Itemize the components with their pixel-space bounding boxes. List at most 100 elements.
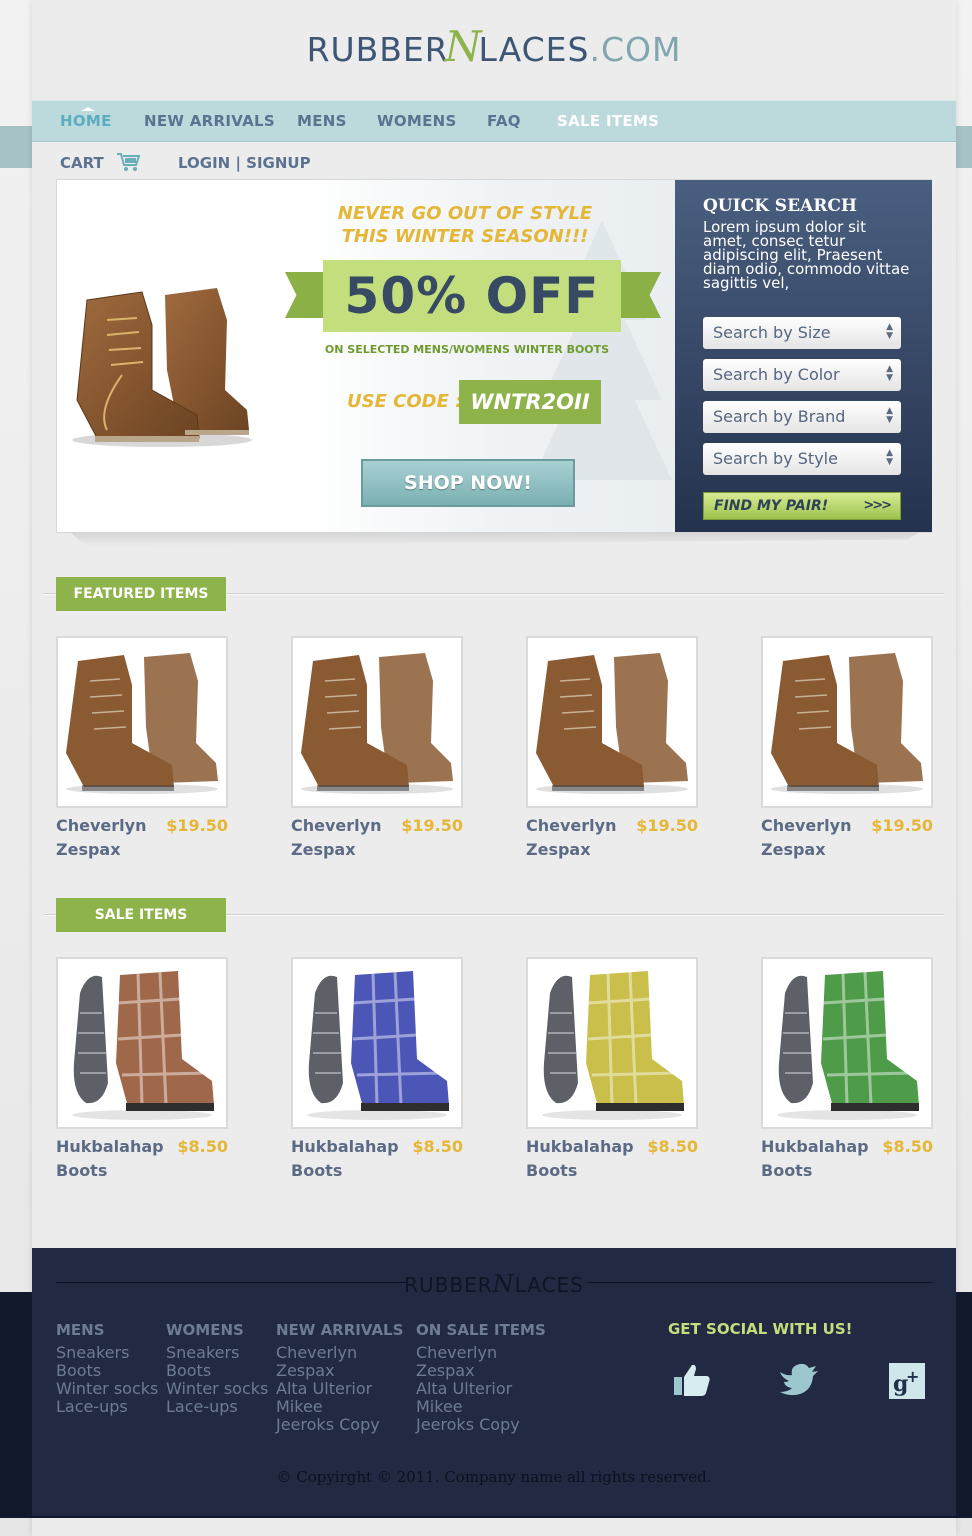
footer-col-head: ON SALE ITEMS: [416, 1321, 546, 1339]
site-footer: RUBBERNLACES MENS Sneakers Boots Winter …: [32, 1248, 956, 1516]
footer-logo-script: N: [492, 1270, 515, 1298]
footer-link[interactable]: Mikee: [276, 1398, 403, 1416]
main-nav: HOME NEW ARRIVALS MENS WOMENS FAQ SALE I…: [32, 100, 956, 142]
product-name-line-2: Zespax: [526, 840, 591, 859]
login-signup-link[interactable]: LOGIN | SIGNUP: [178, 154, 311, 172]
hero-banner: NEVER GO OUT OF STYLE THIS WINTER SEASON…: [56, 179, 932, 533]
footer-logo[interactable]: RUBBERNLACES: [32, 1270, 956, 1298]
product-name[interactable]: Hukbalahap Boots: [291, 1135, 401, 1183]
footer-link[interactable]: Zespax: [416, 1362, 546, 1380]
footer-col-new-arrivals: NEW ARRIVALS Cheverlyn Zespax Alta Ulter…: [276, 1320, 403, 1434]
nav-faq[interactable]: FAQ: [487, 112, 521, 130]
select-label: Search by Brand: [713, 407, 846, 426]
footer-link[interactable]: Jeeroks Copy: [276, 1416, 403, 1434]
footer-link[interactable]: Boots: [56, 1362, 158, 1380]
logo-script-n: N: [444, 22, 483, 71]
product-name-line-1: Cheverlyn: [291, 816, 382, 835]
cart-link[interactable]: CART: [60, 154, 104, 172]
product-name-line-1: Cheverlyn: [56, 816, 147, 835]
promo-tagline-line-2: THIS WINTER SEASON!!!: [341, 226, 589, 247]
product-card[interactable]: Cheverlyn Zespax $19.50: [56, 636, 228, 859]
promo-subtext: ON SELECTED MENS/WOMENS WINTER BOOTS: [324, 343, 610, 356]
search-by-brand-select[interactable]: Search by Brand ▲ ▼: [703, 401, 901, 433]
product-image[interactable]: [761, 636, 933, 808]
footer-link[interactable]: Mikee: [416, 1398, 546, 1416]
quick-search-text: Lorem ipsum dolor sit amet, consec tetur…: [703, 218, 910, 292]
product-name[interactable]: Hukbalahap Boots: [761, 1135, 871, 1183]
footer-logo-right: LACES: [514, 1273, 584, 1297]
product-price: $19.50: [871, 816, 933, 835]
footer-link[interactable]: Lace-ups: [56, 1398, 158, 1416]
product-name-line-2: Boots: [761, 1161, 813, 1180]
product-name-line-1: Cheverlyn: [761, 816, 852, 835]
product-name[interactable]: Cheverlyn Zespax: [56, 814, 166, 862]
rain-boot-image: [777, 971, 919, 1120]
product-card[interactable]: Cheverlyn Zespax $19.50: [526, 636, 698, 859]
boot-image: [536, 653, 688, 794]
nav-mens[interactable]: MENS: [297, 112, 347, 130]
select-label: Search by Style: [713, 449, 838, 468]
footer-link[interactable]: Cheverlyn: [276, 1344, 403, 1362]
product-name-line-2: Boots: [291, 1161, 343, 1180]
footer-link[interactable]: Cheverlyn: [416, 1344, 546, 1362]
select-label: Search by Size: [713, 323, 831, 342]
footer-link[interactable]: Sneakers: [56, 1344, 158, 1362]
nav-womens[interactable]: WOMENS: [377, 112, 457, 130]
product-price: $19.50: [636, 816, 698, 835]
product-name-line-2: Boots: [56, 1161, 108, 1180]
footer-col-on-sale: ON SALE ITEMS Cheverlyn Zespax Alta Ulte…: [416, 1320, 546, 1434]
product-image[interactable]: [526, 957, 698, 1129]
footer-link[interactable]: Lace-ups: [166, 1398, 268, 1416]
google-plus-icon[interactable]: g +: [888, 1362, 926, 1404]
product-name-line-1: Hukbalahap: [56, 1137, 164, 1156]
footer-link[interactable]: Winter socks: [166, 1380, 268, 1398]
footer-link[interactable]: Zespax: [276, 1362, 403, 1380]
nav-home[interactable]: HOME: [60, 112, 112, 130]
product-price: $8.50: [177, 1137, 228, 1156]
product-image[interactable]: [761, 957, 933, 1129]
product-image[interactable]: [291, 636, 463, 808]
shopping-cart-icon[interactable]: [116, 151, 141, 177]
nav-new-arrivals[interactable]: NEW ARRIVALS: [144, 112, 275, 130]
product-name[interactable]: Hukbalahap Boots: [526, 1135, 636, 1183]
product-name[interactable]: Cheverlyn Zespax: [291, 814, 401, 862]
product-card[interactable]: Hukbalahap Boots $8.50: [761, 957, 933, 1180]
product-image[interactable]: [526, 636, 698, 808]
rain-boot-image: [307, 971, 449, 1120]
promo-area: NEVER GO OUT OF STYLE THIS WINTER SEASON…: [57, 180, 675, 532]
copyright-text: © Copyirght © 2011. Company name all rig…: [276, 1468, 712, 1486]
footer-link[interactable]: Alta Ulterior: [416, 1380, 546, 1398]
twitter-bird-icon[interactable]: [776, 1362, 822, 1402]
footer-link[interactable]: Jeeroks Copy: [416, 1416, 546, 1434]
rain-boot-image: [72, 971, 214, 1120]
product-image[interactable]: [291, 957, 463, 1129]
find-my-pair-button[interactable]: FIND MY PAIR! >>>: [703, 492, 901, 520]
product-price: $8.50: [882, 1137, 933, 1156]
footer-link[interactable]: Boots: [166, 1362, 268, 1380]
product-card[interactable]: Cheverlyn Zespax $19.50: [761, 636, 933, 859]
use-code-label: USE CODE :: [347, 391, 463, 412]
search-by-style-select[interactable]: Search by Style ▲ ▼: [703, 443, 901, 475]
site-logo[interactable]: RUBBERNLACES.COM: [32, 22, 956, 71]
footer-link[interactable]: Winter socks: [56, 1380, 158, 1398]
thumbs-up-icon[interactable]: [672, 1362, 712, 1402]
product-card[interactable]: Hukbalahap Boots $8.50: [526, 957, 698, 1180]
promo-tagline: NEVER GO OUT OF STYLE THIS WINTER SEASON…: [315, 202, 615, 248]
footer-link[interactable]: Alta Ulterior: [276, 1380, 403, 1398]
product-name[interactable]: Hukbalahap Boots: [56, 1135, 166, 1183]
product-card[interactable]: Hukbalahap Boots $8.50: [291, 957, 463, 1180]
select-arrows-icon: ▲ ▼: [886, 448, 893, 467]
product-card[interactable]: Cheverlyn Zespax $19.50: [291, 636, 463, 859]
product-name[interactable]: Cheverlyn Zespax: [761, 814, 871, 862]
product-card[interactable]: Hukbalahap Boots $8.50: [56, 957, 228, 1180]
product-name-line-2: Boots: [526, 1161, 578, 1180]
search-by-size-select[interactable]: Search by Size ▲ ▼: [703, 317, 901, 349]
search-by-color-select[interactable]: Search by Color ▲ ▼: [703, 359, 901, 391]
product-name[interactable]: Cheverlyn Zespax: [526, 814, 636, 862]
promo-tagline-line-1: NEVER GO OUT OF STYLE: [337, 203, 593, 224]
footer-link[interactable]: Sneakers: [166, 1344, 268, 1362]
product-image[interactable]: [56, 636, 228, 808]
product-image[interactable]: [56, 957, 228, 1129]
shop-now-button[interactable]: SHOP NOW!: [361, 459, 575, 507]
nav-sale-items[interactable]: SALE ITEMS: [557, 112, 659, 130]
